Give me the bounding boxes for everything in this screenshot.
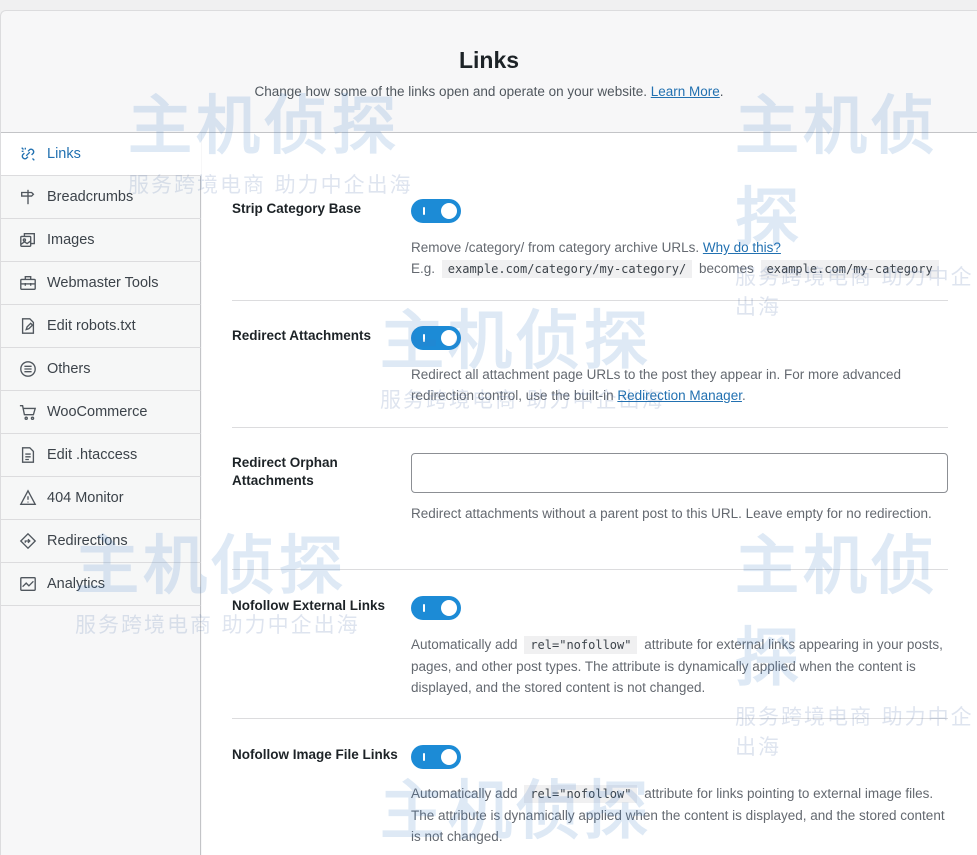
setting-label: Redirect Attachments (232, 328, 372, 343)
setting-nofollow-external-links: Nofollow External Links Automatically ad… (232, 570, 948, 719)
setting-description: Automatically add rel="nofollow" attribu… (411, 783, 951, 847)
nofollow-code: rel="nofollow" (524, 636, 638, 654)
learn-more-link[interactable]: Learn More (651, 84, 720, 99)
links-icon (18, 144, 38, 164)
settings-sidebar: Links Breadcrumbs Images Webmaster Tools… (1, 133, 201, 855)
sidebar-item-404-monitor[interactable]: 404 Monitor (1, 477, 201, 520)
strip-category-toggle[interactable] (411, 199, 461, 223)
description-prefix: Automatically add (411, 786, 518, 801)
setting-field: Automatically add rel="nofollow" attribu… (411, 745, 951, 847)
setting-label: Strip Category Base (232, 201, 362, 216)
toggle-on-mark (423, 334, 425, 342)
description-end: . (741, 388, 746, 403)
setting-label: Nofollow External Links (232, 598, 386, 613)
page-description-period: . (719, 84, 724, 99)
toggle-on-mark (423, 604, 425, 612)
sidebar-item-label: Images (47, 232, 95, 248)
warning-icon (18, 488, 38, 508)
setting-redirect-orphan-attachments: Redirect Orphan Attachments Redirect att… (232, 428, 948, 570)
setting-field: Automatically add rel="nofollow" attribu… (411, 596, 951, 698)
sidebar-item-label: Links (47, 146, 81, 162)
nofollow-code: rel="nofollow" (524, 785, 638, 803)
toggle-on-mark (423, 207, 425, 215)
setting-field: Redirect all attachment page URLs to the… (411, 326, 951, 406)
sidebar-item-redirections[interactable]: Redirections (1, 520, 201, 563)
sidebar-item-label: Others (47, 361, 91, 377)
sidebar-item-label: 404 Monitor (47, 490, 124, 506)
example-code-from: example.com/category/my-category/ (441, 260, 693, 278)
sidebar-item-label: Edit robots.txt (47, 318, 136, 334)
nofollow-external-toggle[interactable] (411, 596, 461, 620)
page-description-text: Change how some of the links open and op… (254, 84, 647, 99)
setting-nofollow-image-file-links: Nofollow Image File Links Automatically … (232, 719, 948, 855)
toolbox-icon (18, 273, 38, 293)
sidebar-item-breadcrumbs[interactable]: Breadcrumbs (1, 176, 201, 219)
sidebar-item-webmaster-tools[interactable]: Webmaster Tools (1, 262, 201, 305)
sidebar-item-images[interactable]: Images (1, 219, 201, 262)
page-description: Change how some of the links open and op… (1, 84, 977, 99)
list-circle-icon (18, 359, 38, 379)
nofollow-image-toggle[interactable] (411, 745, 461, 769)
settings-panel: Links Change how some of the links open … (0, 10, 977, 855)
settings-content: Strip Category Base Remove /category/ fr… (202, 133, 977, 855)
toggle-knob (441, 749, 457, 765)
sidebar-item-woocommerce[interactable]: WooCommerce (1, 391, 201, 434)
setting-description: Remove /category/ from category archive … (411, 237, 951, 280)
example-becomes: becomes (698, 261, 754, 276)
description-text: Remove /category/ from category archive … (411, 240, 700, 255)
redirect-icon (18, 531, 38, 551)
page-title: Links (458, 47, 520, 73)
toggle-knob (441, 600, 457, 616)
description-prefix: Automatically add (411, 637, 518, 652)
sidebar-item-edit-htaccess[interactable]: Edit .htaccess (1, 434, 201, 477)
cart-icon (18, 402, 38, 422)
edit-file-icon (18, 316, 38, 336)
toggle-on-mark (423, 753, 425, 761)
setting-description: Automatically add rel="nofollow" attribu… (411, 634, 951, 698)
sidebar-item-label: Webmaster Tools (47, 275, 159, 291)
setting-label: Redirect Orphan Attachments (232, 455, 338, 488)
sidebar-item-links[interactable]: Links (1, 133, 201, 176)
setting-redirect-attachments: Redirect Attachments Redirect all attach… (232, 301, 948, 428)
setting-description: Redirect all attachment page URLs to the… (411, 364, 951, 406)
toggle-knob (441, 330, 457, 346)
sidebar-item-label: Analytics (47, 576, 106, 592)
sidebar-item-analytics[interactable]: Analytics (1, 563, 201, 606)
sidebar-item-label: Redirections (47, 533, 128, 549)
setting-description: Redirect attachments without a parent po… (411, 506, 932, 521)
sidebar-item-label: Breadcrumbs (47, 189, 134, 205)
sidebar-item-others[interactable]: Others (1, 348, 201, 391)
setting-field: Redirect attachments without a parent po… (411, 453, 951, 524)
images-icon (18, 230, 38, 250)
sidebar-item-label: Edit .htaccess (47, 447, 138, 463)
setting-label: Nofollow Image File Links (232, 747, 398, 762)
why-do-this-link[interactable]: Why do this? (703, 240, 781, 255)
redirect-attachments-toggle[interactable] (411, 326, 461, 350)
signpost-icon (18, 187, 38, 207)
document-icon (18, 445, 38, 465)
redirect-orphan-url-input[interactable] (411, 453, 948, 493)
page-header: Links Change how some of the links open … (1, 11, 977, 133)
analytics-icon (18, 574, 38, 594)
sidebar-item-edit-robots[interactable]: Edit robots.txt (1, 305, 201, 348)
setting-field: Remove /category/ from category archive … (411, 199, 951, 280)
toggle-knob (441, 203, 457, 219)
example-code-to: example.com/my-category (760, 260, 939, 278)
example-label: E.g. (411, 261, 436, 276)
sidebar-item-label: WooCommerce (47, 404, 148, 420)
redirection-manager-link[interactable]: Redirection Manager (617, 388, 742, 403)
setting-strip-category-base: Strip Category Base Remove /category/ fr… (232, 133, 948, 301)
